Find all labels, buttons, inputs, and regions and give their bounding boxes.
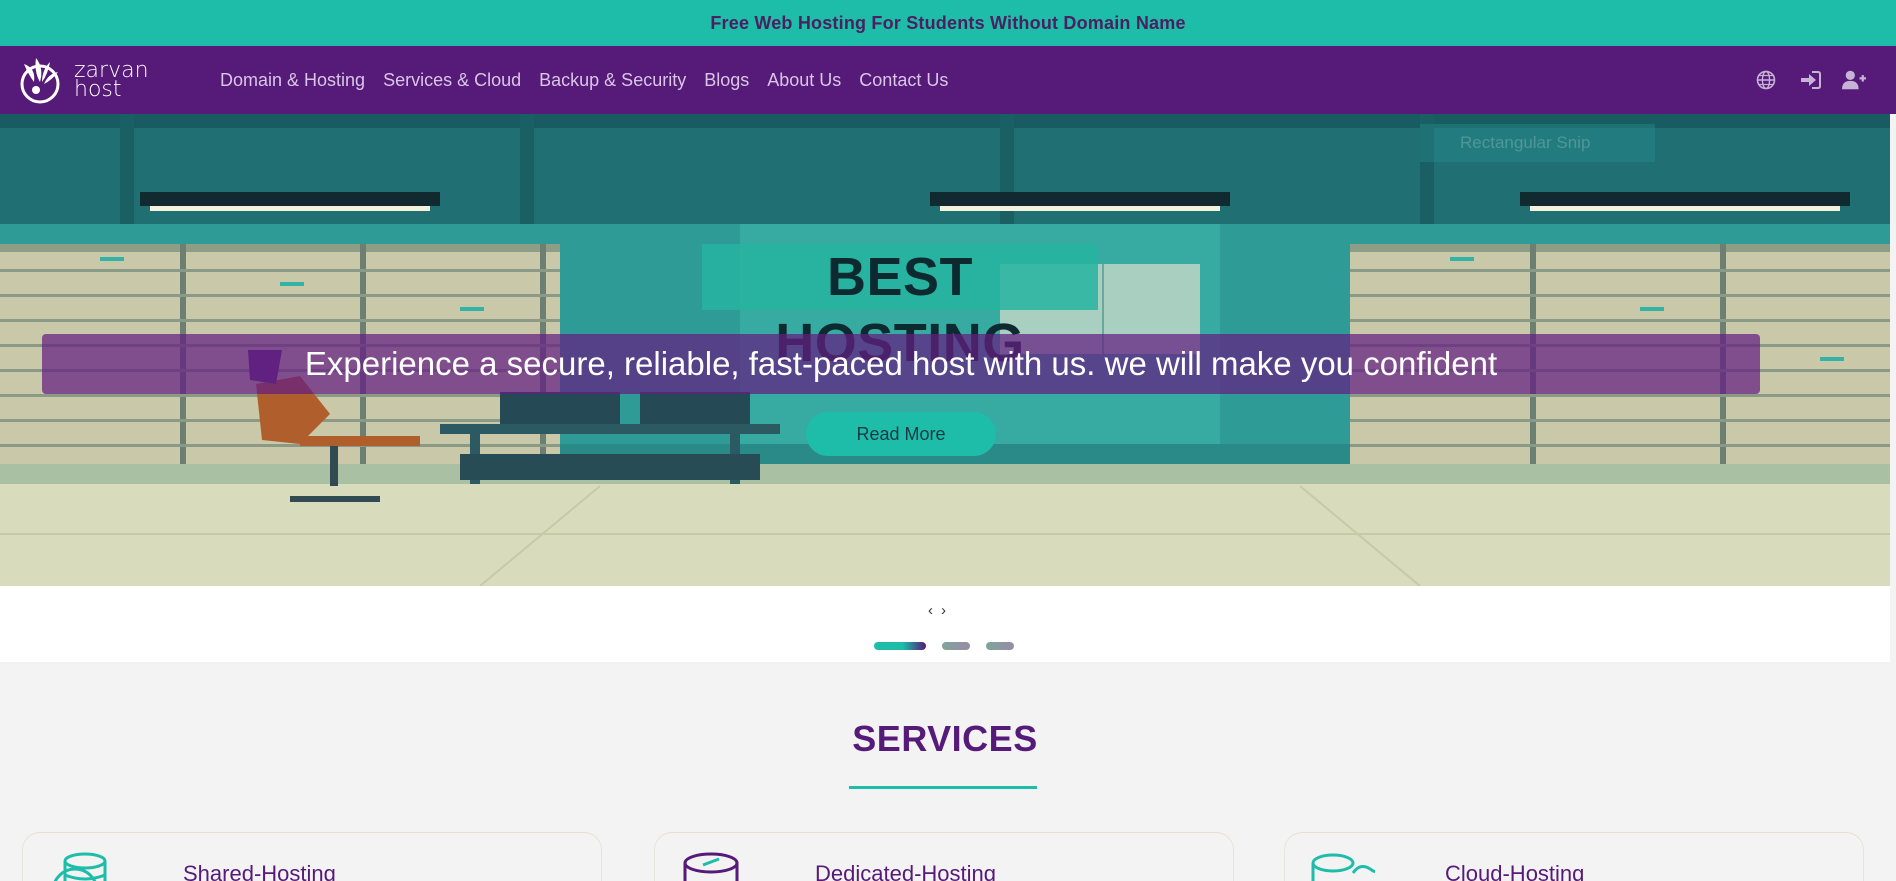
hero-subtitle: Experience a secure, reliable, fast-pace… [42,334,1760,394]
nav-domain-hosting[interactable]: Domain & Hosting [220,70,365,91]
cloud-database-icon [1311,853,1375,881]
snip-overlay-ghost: Rectangular Snip [1420,124,1655,162]
nav-blogs[interactable]: Blogs [704,70,749,91]
user-plus-icon[interactable] [1842,68,1866,92]
sign-in-icon[interactable] [1798,68,1822,92]
service-card-dedicated[interactable]: Dedicated-Hosting [654,832,1234,881]
hero-title: BEST HOSTING [702,244,1098,373]
slider-arrows: ‹ › [928,602,946,619]
slider-dot-3[interactable] [986,642,1014,650]
nav-about-us[interactable]: About Us [767,70,841,91]
services-underline [849,786,1037,789]
prev-arrow-icon[interactable]: ‹ [928,602,933,619]
slider-controls: ‹ › [0,586,1890,662]
nav-contact-us[interactable]: Contact Us [859,70,948,91]
service-card-title: Cloud-Hosting [1445,861,1585,881]
slider-dot-1[interactable] [874,642,926,650]
globe-icon[interactable] [1754,68,1778,92]
main-navbar: zarvan host Domain & Hosting Services & … [0,46,1896,114]
service-card-title: Shared-Hosting [183,861,336,881]
database-globe-icon [53,852,107,881]
service-card-title: Dedicated-Hosting [815,861,996,881]
read-more-button[interactable]: Read More [806,412,996,456]
nav-links: Domain & Hosting Services & Cloud Backup… [220,70,966,91]
nav-actions [1754,46,1866,114]
slider-dot-2[interactable] [942,642,970,650]
announcement-text: Free Web Hosting For Students Without Do… [710,12,1186,33]
logo-text: zarvan host [74,60,149,101]
hero-slider: Rectangular Snip BEST HOSTING Experience… [0,114,1890,586]
database-icon [683,852,739,881]
nav-backup-security[interactable]: Backup & Security [539,70,686,91]
slider-dots [874,642,1014,650]
service-card-shared[interactable]: Shared-Hosting [22,832,602,881]
site-logo[interactable]: zarvan host [14,46,194,114]
nav-services-cloud[interactable]: Services & Cloud [383,70,521,91]
service-card-cloud[interactable]: Cloud-Hosting [1284,832,1864,881]
services-section: SERVICES Shared-Hosting Dedicated-Hostin… [0,662,1890,881]
services-title: SERVICES [852,718,1038,759]
next-arrow-icon[interactable]: › [941,602,946,619]
announcement-bar: Free Web Hosting For Students Without Do… [0,0,1896,46]
logo-icon [20,58,60,104]
